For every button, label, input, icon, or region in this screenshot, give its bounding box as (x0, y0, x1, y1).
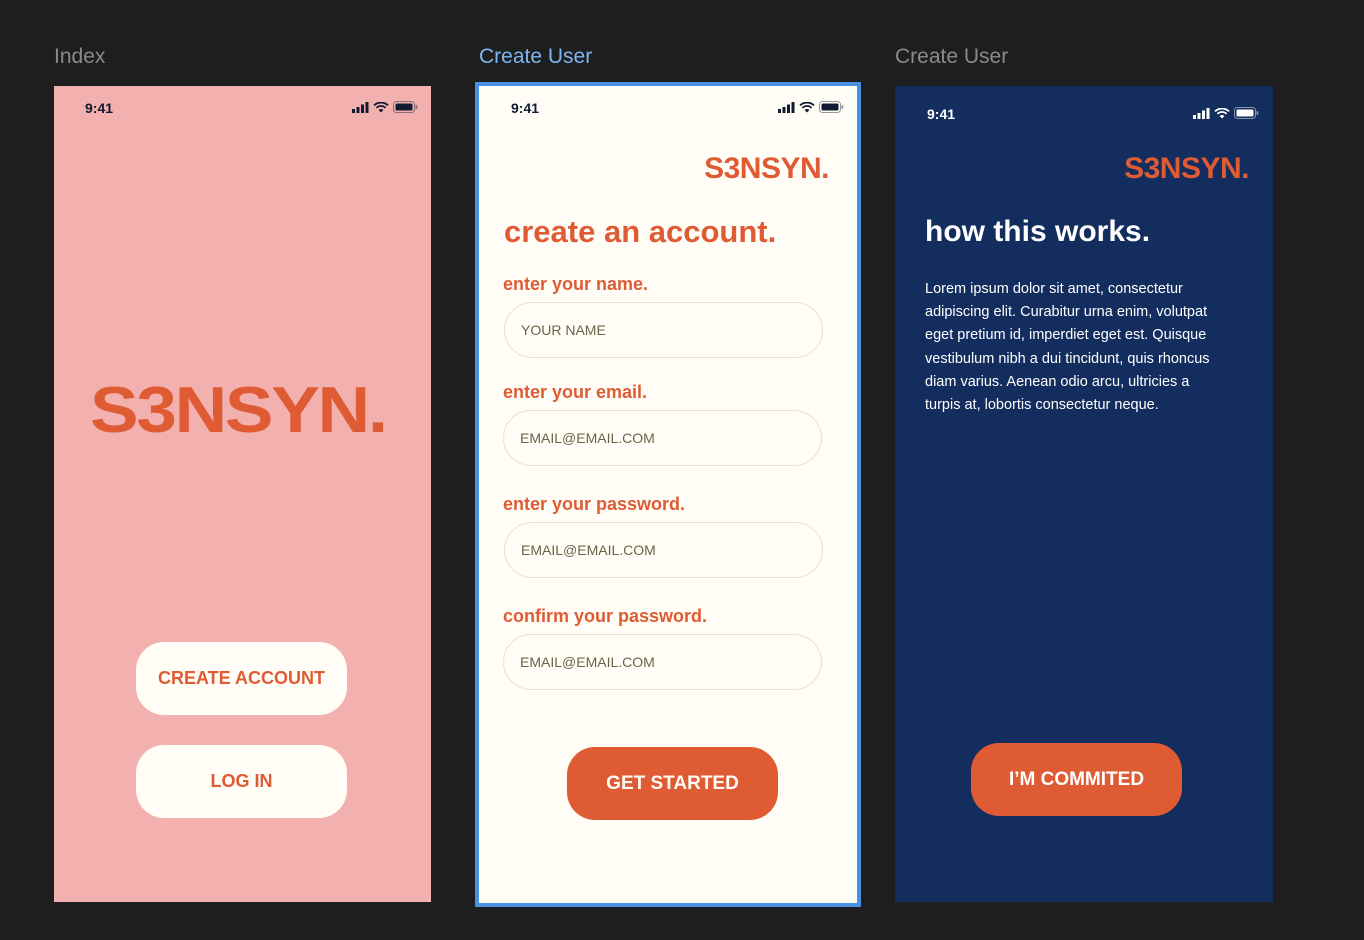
status-time: 9:41 (511, 100, 540, 116)
battery-icon (819, 101, 844, 113)
description-text: Lorem ipsum dolor sit amet, consectetur … (925, 281, 1210, 414)
create-account-button[interactable]: CREATE ACCOUNT (136, 642, 347, 715)
frame-label-index[interactable]: Index (54, 45, 105, 69)
wifi-icon (373, 101, 389, 112)
logo: S3NSYN. (704, 152, 829, 185)
signal-icon (778, 101, 795, 113)
frame-label-how-it-works[interactable]: Create User (895, 45, 1008, 69)
name-label: enter your name. (503, 274, 649, 294)
wifi-icon (799, 101, 815, 112)
create-user-frame: 9:41 S3NSYN. create an account. enter yo… (475, 82, 861, 907)
frame-label-create-user[interactable]: Create User (479, 45, 592, 69)
logo: S3NSYN. (1124, 152, 1249, 185)
page-title: how this works. (925, 215, 1151, 248)
status-icons (778, 101, 844, 113)
how-it-works-frame: 9:41 S3NSYN. how this works. Lorem ipsum… (895, 86, 1273, 902)
signal-icon (1193, 107, 1210, 119)
password-label: enter your password. (503, 494, 686, 514)
status-time: 9:41 (927, 106, 956, 122)
logo: S3NSYN. (90, 373, 388, 446)
battery-icon (1234, 107, 1259, 119)
log-in-button[interactable]: LOG IN (136, 745, 347, 818)
status-icons (352, 101, 418, 113)
name-input[interactable] (504, 302, 823, 358)
signal-icon (352, 101, 369, 113)
confirm-password-input[interactable] (503, 634, 822, 690)
email-label: enter your email. (503, 382, 648, 402)
confirm-password-label: confirm your password. (503, 606, 708, 626)
get-started-button[interactable]: GET STARTED (567, 747, 778, 820)
password-input[interactable] (504, 522, 823, 578)
wifi-icon (1214, 107, 1230, 118)
status-icons (1193, 107, 1259, 119)
email-input[interactable] (503, 410, 822, 466)
commit-button[interactable]: I’M COMMITED (971, 743, 1182, 816)
page-title: create an account. (504, 214, 777, 249)
index-frame: 9:41 S3NSYN. CREATE ACCOUNT LOG IN (54, 86, 431, 902)
battery-icon (393, 101, 418, 113)
status-time: 9:41 (85, 100, 114, 116)
